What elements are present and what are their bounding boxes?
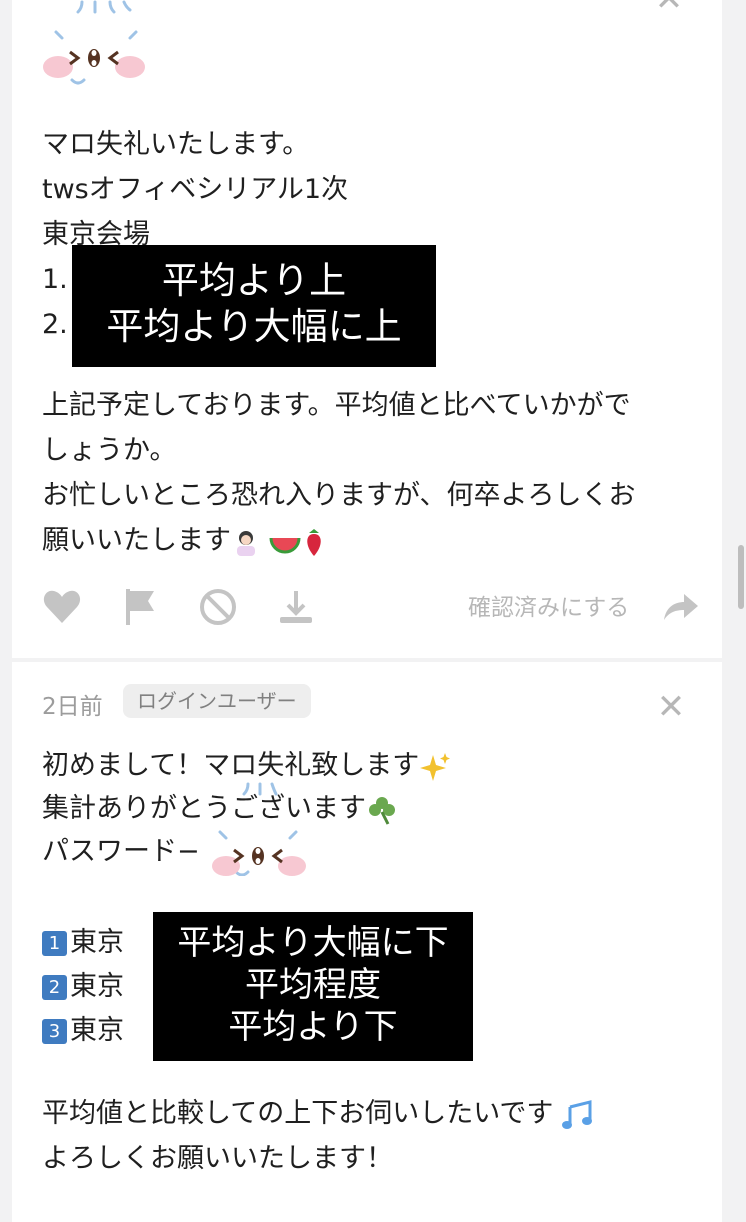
post-line-text: 集計ありがとうございます xyxy=(42,793,366,824)
keycap-icon: 2 xyxy=(42,975,67,1000)
block-icon[interactable] xyxy=(196,585,240,629)
post-line: パスワード− xyxy=(42,836,200,867)
list-item-label: 東京 xyxy=(70,971,124,1002)
download-icon[interactable] xyxy=(274,585,318,629)
post-line: よろしくお願いいたします！ xyxy=(42,1143,393,1174)
close-icon[interactable]: ✕ xyxy=(654,690,688,724)
sticker-face-icon xyxy=(43,0,145,85)
clover-icon xyxy=(369,796,395,825)
question-card-1: ✕ マロ失礼いたします。 twsオフィベシリアル1次 東京会場 1. 2. 平均… xyxy=(12,0,722,658)
list-item: 1 東京 xyxy=(42,920,124,965)
emoji-group-icon xyxy=(237,528,321,556)
post-line-text: 願いいたします xyxy=(42,525,231,556)
post-line-text: 平均値と比較しての上下お伺いしたいです xyxy=(42,1098,554,1129)
post-line: お忙しいところ恐れ入りますが、何卒よろしくお xyxy=(42,480,636,511)
post-line: twsオフィベシリアル1次 xyxy=(42,174,349,205)
list-item-label: 東京 xyxy=(70,1015,124,1046)
post-line: 2. xyxy=(42,309,68,340)
post-line-text: 初めまして！マロ失礼致します xyxy=(42,750,420,781)
post-line: 1. xyxy=(42,264,68,295)
scrollbar[interactable] xyxy=(738,545,744,609)
post-line: マロ失礼いたします。 xyxy=(42,129,310,160)
sticker-face-icon xyxy=(212,782,306,876)
post-line: しょうか。 xyxy=(42,435,177,466)
post-line: 上記予定しております。平均値と比べていかがで xyxy=(42,390,631,421)
question-card-2: 2日前 ログインユーザー ✕ 初めまして！マロ失礼致します 集計ありがとうござい… xyxy=(12,662,722,1222)
redaction-overlay: 平均より上 平均より大幅に上 xyxy=(72,245,436,367)
list-item-label: 東京 xyxy=(70,927,124,958)
action-bar xyxy=(40,584,318,630)
redaction-text: 平均より下 xyxy=(228,1007,398,1047)
login-user-badge: ログインユーザー xyxy=(123,684,311,718)
keycap-icon: 1 xyxy=(42,931,67,956)
redaction-text: 平均程度 xyxy=(245,965,381,1005)
post-line: 平均値と比較しての上下お伺いしたいです xyxy=(42,1091,594,1136)
heart-icon[interactable] xyxy=(40,585,84,629)
flag-icon[interactable] xyxy=(118,585,162,629)
redaction-text: 平均より大幅に下 xyxy=(177,923,449,963)
sparkles-icon xyxy=(420,752,451,781)
redaction-overlay: 平均より大幅に下 平均程度 平均より下 xyxy=(153,912,473,1061)
redaction-text: 平均より上 xyxy=(161,259,347,302)
keycap-icon: 3 xyxy=(42,1019,67,1044)
music-note-icon xyxy=(561,1099,592,1129)
post-line: 願いいたします xyxy=(42,518,327,563)
close-icon[interactable]: ✕ xyxy=(652,0,686,16)
list-item: 2 東京 xyxy=(42,964,124,1009)
list-item: 3 東京 xyxy=(42,1008,124,1053)
share-arrow-icon[interactable] xyxy=(660,588,700,624)
mark-confirmed-button[interactable]: 確認済みにする xyxy=(468,588,629,622)
post-time: 2日前 xyxy=(42,694,103,720)
redaction-text: 平均より大幅に上 xyxy=(106,305,402,348)
